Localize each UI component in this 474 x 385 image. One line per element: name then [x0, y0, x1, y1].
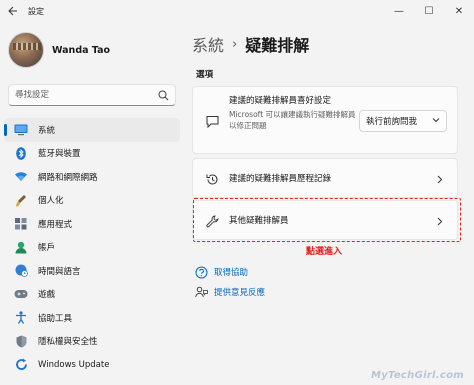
history-icon: [205, 172, 219, 186]
chevron-right-icon: [435, 172, 445, 186]
sidebar-item-privacy[interactable]: 隱私權與安全性: [4, 330, 180, 354]
sidebar-item-label: 時間與語言: [38, 266, 81, 277]
sidebar-item-apps[interactable]: 應用程式: [4, 212, 180, 236]
get-help-link[interactable]: 取得協助: [194, 262, 265, 282]
arrow-left-icon: [8, 6, 17, 16]
sidebar-item-label: 隱私權與安全性: [38, 337, 98, 348]
title-bar: 設定 — ☐ ✕: [0, 0, 474, 22]
sidebar-item-time-language[interactable]: 時間與語言: [4, 259, 180, 283]
minimize-button[interactable]: —: [384, 0, 414, 22]
sidebar-item-network[interactable]: 網路和網際網路: [4, 165, 180, 189]
sidebar-item-label: 網路和網際網路: [38, 172, 98, 183]
sidebar-item-label: 應用程式: [38, 219, 73, 230]
sidebar-item-label: Windows Update: [38, 359, 110, 370]
other-troubleshooters-label: 其他疑難排解員: [229, 216, 289, 226]
window-controls: — ☐ ✕: [384, 0, 474, 22]
recommended-troubleshooter-preferences-card: 建議的疑難排解員喜好設定 Microsoft 可以讓建議執行疑難排解員以修正問題…: [192, 86, 458, 154]
get-help-label: 取得協助: [214, 268, 249, 278]
give-feedback-label: 提供意見反應: [214, 288, 266, 298]
wifi-icon: [14, 170, 28, 184]
accessibility-icon: [14, 311, 28, 325]
shield-icon: [14, 334, 28, 348]
sidebar-item-windows-update[interactable]: Windows Update: [4, 353, 180, 377]
bluetooth-icon: [14, 146, 28, 160]
breadcrumb-parent[interactable]: 系統: [192, 32, 224, 56]
sidebar-item-label: 個人化: [38, 196, 64, 207]
sidebar-item-accessibility[interactable]: 協助工具: [4, 306, 180, 330]
monitor-icon: [14, 123, 28, 137]
sidebar-item-label: 系統: [38, 125, 56, 136]
sidebar-item-personalization[interactable]: 個人化: [4, 189, 180, 213]
preferences-description: Microsoft 可以讓建議執行疑難排解員以修正問題: [229, 110, 356, 130]
brush-icon: [14, 193, 28, 207]
search-icon[interactable]: [157, 89, 169, 101]
sidebar-item-system[interactable]: 系統: [4, 118, 180, 142]
app-title: 設定: [28, 6, 44, 16]
avatar: [8, 32, 44, 68]
update-icon: [14, 358, 28, 372]
preferences-text: 建議的疑難排解員喜好設定 Microsoft 可以讓建議執行疑難排解員以修正問題: [229, 95, 357, 131]
close-button[interactable]: ✕: [444, 0, 474, 22]
search-input[interactable]: [15, 90, 157, 100]
other-troubleshooters-card[interactable]: 其他疑難排解員: [192, 200, 458, 240]
sidebar-item-label: 協助工具: [38, 313, 73, 324]
sidebar-item-label: 藍牙與裝置: [38, 149, 81, 160]
main-content: 系統 › 疑難排解 選項 建議的疑難排解員喜好設定 Microsoft 可以讓建…: [192, 22, 474, 385]
page-title: 疑難排解: [245, 36, 310, 55]
person-icon: [14, 240, 28, 254]
preferences-dropdown[interactable]: 執行前詢問我: [359, 110, 447, 132]
troubleshooter-history-card[interactable]: 建議的疑難排解員歷程記錄: [192, 158, 458, 198]
globe-clock-icon: [14, 264, 28, 278]
chat-bubble-icon: [205, 114, 219, 128]
chevron-right-icon: [435, 214, 445, 228]
sidebar-item-gaming[interactable]: 遊戲: [4, 283, 180, 307]
gamepad-icon: [14, 287, 28, 301]
watermark: MyTechGirl.com: [370, 370, 464, 381]
user-profile[interactable]: Wanda Tao: [8, 32, 110, 68]
sidebar-nav: 系統 藍牙與裝置 網路和網際網路 個人化 應用程式 帳戶 時間與語言 遊戲 協助…: [4, 118, 180, 377]
wrench-icon: [205, 214, 219, 228]
back-button[interactable]: [0, 0, 26, 22]
annotation-text: 點選進入: [306, 247, 343, 257]
help-icon: [194, 265, 208, 279]
history-label: 建議的疑難排解員歷程記錄: [229, 174, 332, 184]
sidebar: Wanda Tao 系統 藍牙與裝置 網路和網際網路: [0, 22, 186, 385]
preferences-title: 建議的疑難排解員喜好設定: [229, 96, 332, 106]
sidebar-item-bluetooth[interactable]: 藍牙與裝置: [4, 142, 180, 166]
maximize-button[interactable]: ☐: [414, 0, 444, 22]
sidebar-item-label: 遊戲: [38, 290, 56, 301]
feedback-icon: [194, 285, 208, 299]
sidebar-item-accounts[interactable]: 帳戶: [4, 236, 180, 260]
give-feedback-link[interactable]: 提供意見反應: [194, 282, 265, 302]
section-label: 選項: [196, 70, 214, 80]
help-links: 取得協助 提供意見反應: [192, 262, 265, 302]
chevron-down-icon: [432, 116, 440, 126]
apps-icon: [14, 217, 28, 231]
dropdown-value: 執行前詢問我: [366, 117, 418, 127]
breadcrumb-separator: ›: [232, 36, 238, 52]
sidebar-item-label: 帳戶: [38, 243, 56, 254]
search-box[interactable]: [8, 84, 176, 106]
user-name: Wanda Tao: [52, 44, 111, 56]
breadcrumb: 系統 › 疑難排解: [192, 32, 309, 56]
